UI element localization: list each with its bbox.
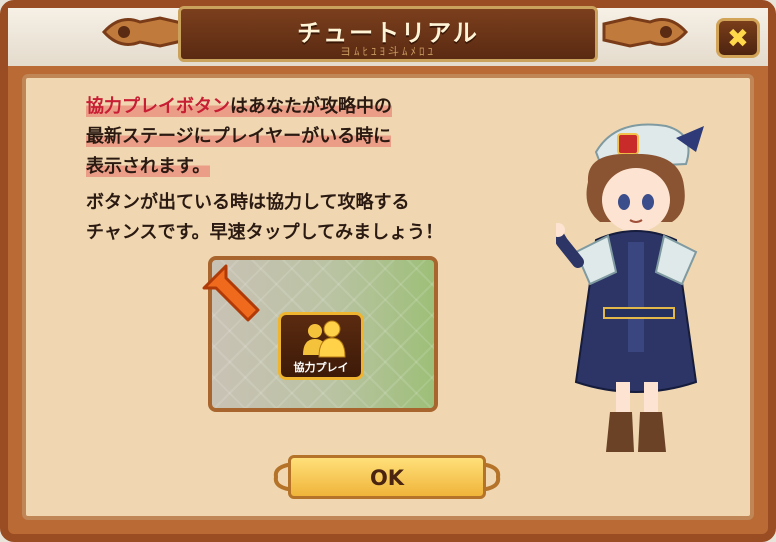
coop-button-term: 協力プレイボタン bbox=[86, 96, 230, 117]
title-ornament-right bbox=[602, 16, 689, 48]
message-line-1-rest: はあなたが攻略中の bbox=[230, 96, 392, 117]
message-line-5: チャンスです。早速タップしてみましょう！ bbox=[86, 222, 444, 243]
message-line-2: 最新ステージにプレイヤーがいる時に bbox=[86, 126, 392, 147]
coop-play-label: 協力プレイ bbox=[293, 361, 349, 374]
title-plate: チュートリアル ヨﾑﾋﾕﾖ斗ﾑﾒﾛﾕ bbox=[178, 6, 598, 62]
coop-players-icon bbox=[303, 320, 346, 358]
dialog-subtitle-glyphs: ヨﾑﾋﾕﾖ斗ﾑﾒﾛﾕ bbox=[340, 45, 436, 58]
message-line-1: 協力プレイボタンはあなたが攻略中の bbox=[86, 96, 392, 117]
close-button[interactable]: ✖ bbox=[716, 18, 760, 58]
close-icon: ✖ bbox=[727, 24, 749, 54]
guide-character bbox=[556, 123, 704, 452]
pointer-arrow-icon bbox=[202, 264, 260, 322]
coop-play-button[interactable]: 協力プレイ bbox=[278, 312, 364, 380]
ok-button[interactable]: OK bbox=[288, 455, 486, 499]
message-line-4: ボタンが出ている時は協力して攻略する bbox=[86, 192, 410, 213]
message-line-3: 表示されます。 bbox=[86, 156, 211, 177]
tutorial-message: 協力プレイボタンはあなたが攻略中の 最新ステージにプレイヤーがいる時に 表示され… bbox=[86, 92, 526, 248]
title-ornament-left bbox=[101, 16, 188, 48]
ok-button-label: OK bbox=[369, 466, 405, 490]
